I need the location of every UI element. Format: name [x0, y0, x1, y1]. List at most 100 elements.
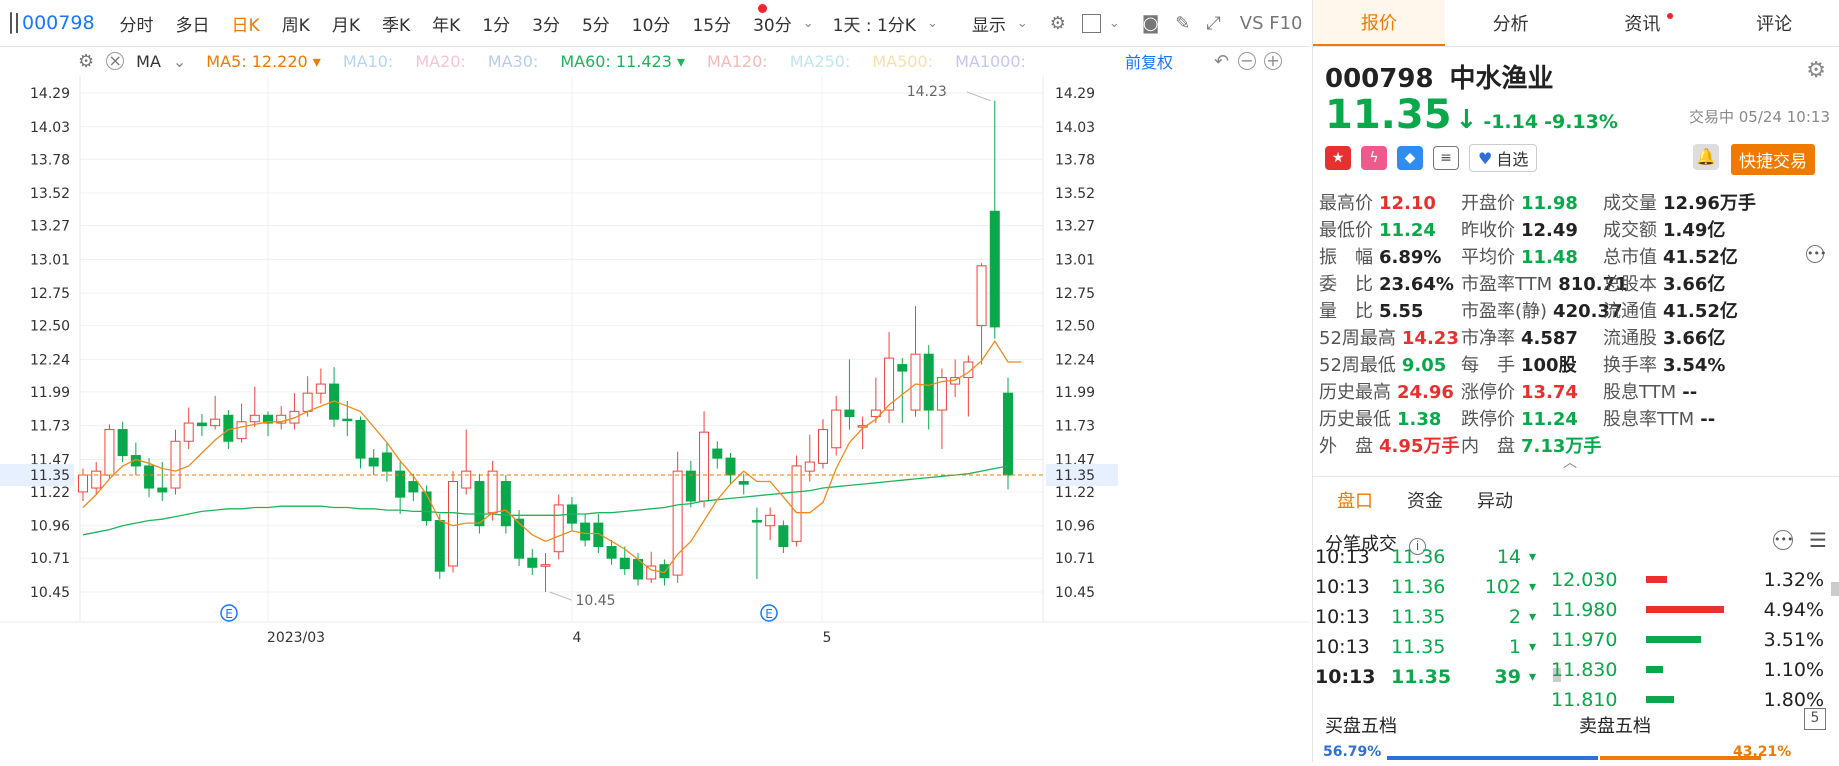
period-multiday[interactable]: 多日 — [176, 11, 210, 36]
candle-body[interactable] — [408, 481, 419, 493]
candle-body[interactable] — [818, 429, 828, 464]
candle-body[interactable] — [831, 409, 842, 449]
period-weekly[interactable]: 周K — [282, 11, 310, 36]
undo-icon[interactable]: ↶ — [1214, 51, 1229, 72]
candle-body[interactable] — [844, 409, 855, 418]
period-30min[interactable]: 30分 — [753, 11, 792, 36]
period-yearly[interactable]: 年K — [432, 11, 460, 36]
chevron-down-icon[interactable]: ⌄ — [803, 16, 814, 31]
ma-selector[interactable]: MA — [136, 52, 161, 71]
range-select[interactable]: 1天 : 1分K — [833, 11, 916, 36]
period-3min[interactable]: 3分 — [532, 11, 560, 36]
kline-chart[interactable]: 14.29 14.29 14.03 14.03 13.78 13.78 13.52 13.52… — [0, 66, 1310, 762]
candle-body[interactable] — [659, 564, 670, 579]
candle-body[interactable] — [989, 210, 1000, 328]
candle-body[interactable] — [78, 474, 88, 493]
fullscreen-icon[interactable]: ⤢ — [1206, 11, 1220, 35]
candle-body[interactable] — [765, 514, 776, 527]
candle-body[interactable] — [791, 465, 802, 542]
quick-trade-button[interactable]: 快捷交易 — [1731, 144, 1815, 175]
ma-item-6[interactable]: MA250: — [790, 52, 851, 71]
chart-svg[interactable]: 14.29 14.29 14.03 14.03 13.78 13.78 13.52 13.52… — [0, 66, 1310, 762]
candle-body[interactable] — [315, 383, 326, 394]
candle-body[interactable] — [527, 557, 538, 568]
candle-body[interactable] — [342, 418, 353, 422]
candle-body[interactable] — [606, 546, 617, 559]
ma-item-2[interactable]: MA20: — [415, 52, 466, 71]
tab-quote[interactable]: 报价 — [1313, 0, 1445, 46]
list-icon[interactable]: ☰ — [1809, 528, 1827, 552]
more-icon[interactable]: ••• — [1773, 530, 1793, 550]
tag-icon[interactable]: ◆ — [1397, 146, 1423, 170]
candle-body[interactable] — [699, 431, 710, 502]
ma-item-0[interactable]: MA5: 12.220 ▾ — [206, 52, 321, 71]
tab-orderbook[interactable]: 盘口 — [1337, 487, 1373, 513]
candle-body[interactable] — [461, 470, 472, 489]
period-daily[interactable]: 日K — [232, 11, 260, 36]
close-icon[interactable]: × — [106, 52, 125, 70]
period-quarterly[interactable]: 季K — [382, 11, 410, 36]
ma-item-3[interactable]: MA30: — [488, 52, 539, 71]
bell-icon[interactable]: 🔔 — [1693, 144, 1719, 170]
candle-body[interactable] — [196, 422, 207, 427]
candle-body[interactable] — [923, 353, 934, 411]
zoom-in-icon[interactable]: + — [1264, 52, 1282, 70]
add-favorite-button[interactable]: ♥ 自选 — [1469, 144, 1538, 172]
candle-body[interactable] — [210, 418, 221, 427]
candle-body[interactable] — [474, 481, 485, 527]
compare-f10-label[interactable]: VS F10 — [1240, 13, 1303, 34]
period-15min[interactable]: 15分 — [692, 11, 731, 36]
candle-body[interactable] — [976, 265, 987, 327]
stock-code[interactable]: 000798 — [22, 12, 95, 34]
period-5min[interactable]: 5分 — [582, 11, 610, 36]
zoom-out-icon[interactable]: − — [1238, 52, 1256, 70]
candle-body[interactable] — [725, 457, 736, 476]
settings-icon[interactable]: ⚙ — [1050, 11, 1066, 35]
candle-body[interactable] — [487, 470, 498, 514]
chevron-down-icon[interactable]: ⌄ — [173, 52, 186, 71]
candle-body[interactable] — [421, 491, 432, 522]
period-intraday[interactable]: 分时 — [120, 11, 154, 36]
candle-body[interactable] — [91, 470, 102, 489]
candle-body[interactable] — [117, 429, 128, 457]
candle-body[interactable] — [553, 504, 564, 553]
candle-body[interactable] — [540, 564, 551, 567]
period-10min[interactable]: 10分 — [632, 11, 671, 36]
candle-body[interactable] — [751, 520, 762, 523]
display-menu[interactable]: 显示 — [972, 11, 1006, 36]
period-1min[interactable]: 1分 — [482, 11, 510, 36]
candle-body[interactable] — [144, 465, 155, 489]
candle-body[interactable] — [434, 520, 445, 572]
candle-body[interactable] — [685, 470, 696, 502]
note-icon[interactable]: ≡ — [1433, 146, 1459, 170]
candle-body[interactable] — [104, 429, 115, 476]
ma-item-4[interactable]: MA60: 11.423 ▾ — [560, 52, 685, 71]
candle-body[interactable] — [738, 481, 749, 485]
tab-movement[interactable]: 异动 — [1477, 487, 1513, 513]
settings-icon[interactable]: ⚙ — [1806, 58, 1826, 83]
candle-body[interactable] — [302, 392, 313, 412]
candle-body[interactable] — [157, 487, 168, 493]
page-number[interactable]: 5 — [1804, 708, 1826, 730]
chevron-down-icon[interactable]: ⌄ — [1109, 16, 1120, 31]
sidebar-toggle-icon[interactable] — [10, 12, 18, 34]
candle-body[interactable] — [500, 481, 511, 527]
chevron-down-icon[interactable]: ⌄ — [1017, 16, 1028, 31]
candle-body[interactable] — [249, 414, 260, 423]
ma-item-5[interactable]: MA120: — [707, 52, 768, 71]
candle-body[interactable] — [236, 421, 247, 440]
candle-body[interactable] — [778, 525, 789, 548]
candle-body[interactable] — [897, 364, 908, 372]
candle-body[interactable] — [355, 419, 366, 459]
candle-body[interactable] — [170, 440, 181, 489]
candle-body[interactable] — [619, 557, 630, 570]
tab-news[interactable]: 资讯 — [1577, 0, 1709, 46]
candle-body[interactable] — [223, 414, 234, 442]
collapse-icon[interactable]: ︿ — [1563, 452, 1577, 472]
tab-comments[interactable]: 评论 — [1708, 0, 1839, 46]
tab-fund-flow[interactable]: 资金 — [1407, 487, 1443, 513]
candle-body[interactable] — [1003, 392, 1013, 476]
ma-item-8[interactable]: MA1000: — [955, 52, 1026, 71]
ma-item-7[interactable]: MA500: — [872, 52, 933, 71]
settings-icon[interactable]: ⚙ — [78, 51, 94, 72]
